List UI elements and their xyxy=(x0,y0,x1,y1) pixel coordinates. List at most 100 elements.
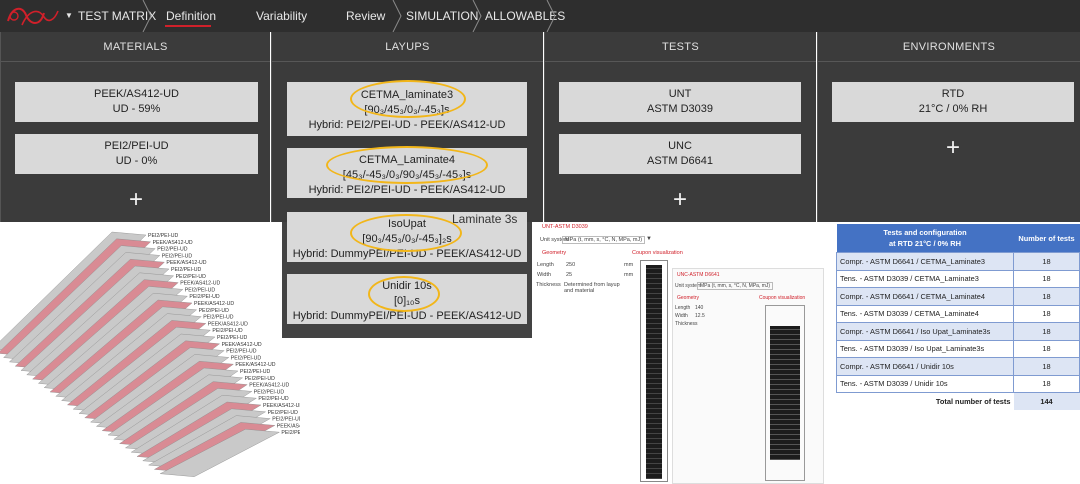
materials-header: MATERIALS xyxy=(1,32,270,62)
test-card-unc[interactable]: UNC ASTM D6641 xyxy=(559,134,801,174)
layups-header: LAYUPS xyxy=(272,32,543,62)
layup-stacking-sequence: [90₃/45₃/0₃/-45₃]₂s xyxy=(362,233,452,245)
header-environment: at RTD 21°C / 0% RH xyxy=(889,239,961,248)
ply-label: PEI2/PEI-UD xyxy=(148,233,179,239)
ply-label: PEI2/PEI-UD xyxy=(212,328,243,334)
unit-system-select[interactable]: MPa (t, mm, s, °C, N, MPa, mJ) xyxy=(562,236,646,244)
layup-card-cetma-laminate3[interactable]: CETMA_laminate3 [90₃/45₃/0₃/-45₃]s Hybri… xyxy=(287,82,527,136)
inner-coupon-title: UNC-ASTM D6641 xyxy=(677,272,720,278)
ply-label: PEEK/AS412-UD xyxy=(194,301,234,307)
inner-unit-system-select[interactable]: MPa (t, mm, s, °C, N, MPa, mJ) xyxy=(697,282,774,290)
layup-name: Unidir 10s xyxy=(382,280,432,292)
header-tests-config: Tests and configuration xyxy=(883,228,967,237)
inner-length-label: Length xyxy=(675,305,691,311)
table-body: Compr. - ASTM D6641 / CETMA_Laminate3 18 T… xyxy=(836,252,1080,410)
ply-label: PEEK/AS412-UD xyxy=(263,403,300,409)
test-configuration-cell: Tens. - ASTM D3039 / CETMA_Laminate4 xyxy=(836,304,1014,323)
tab-variability[interactable]: Variability xyxy=(256,0,307,32)
ply-label: PEI2/PEI-UD xyxy=(231,355,262,361)
tests-column: TESTS UNT ASTM D3039 UNC ASTM D6641 + xyxy=(544,32,816,222)
material-card-pei2[interactable]: PEI2/PEI-UD UD - 0% xyxy=(15,134,258,174)
ply-label: PEI2/PEI-UD xyxy=(171,267,202,273)
ply-label: PEI2/PEI-UD xyxy=(268,410,299,416)
ply-label: PEI2/PEI-UD xyxy=(162,253,193,259)
inner-width-value[interactable]: 12.5 xyxy=(695,313,705,319)
add-environment-button[interactable]: + xyxy=(938,136,968,160)
laminate-annotation: Laminate 3s xyxy=(452,212,518,226)
length-label: Length xyxy=(537,262,554,268)
add-test-button[interactable]: + xyxy=(665,188,695,212)
material-fraction: UD - 59% xyxy=(112,103,161,115)
ply-label: PEEK/AS412-UD xyxy=(208,321,248,327)
test-count-cell: 18 xyxy=(1013,322,1080,341)
width-label: Width xyxy=(537,272,552,278)
total-value: 144 xyxy=(1013,392,1080,410)
layup-stacking-sequence: [90₃/45₃/0₃/-45₃]s xyxy=(364,104,450,116)
thickness-value: Determined from layup and material xyxy=(564,282,620,294)
environment-condition: 21°C / 0% RH xyxy=(918,103,988,115)
ply-label: PEEK/AS412-UD xyxy=(249,383,289,389)
material-card-peek[interactable]: PEEK/AS412-UD UD - 59% xyxy=(15,82,258,122)
chevron-down-icon[interactable]: ▼ xyxy=(646,236,652,242)
test-matrix-summary-table: Tests and configuration at RTD 21°C / 0%… xyxy=(836,224,1080,410)
test-count-cell: 18 xyxy=(1013,252,1080,271)
ply-label: PEI2/PEI-UD xyxy=(185,287,216,293)
environment-name: RTD xyxy=(941,88,965,100)
test-count-cell: 18 xyxy=(1013,339,1080,358)
test-configuration-cell: Compr. - ASTM D6641 / Iso Upat_Laminate3… xyxy=(836,322,1014,341)
coupon-frame xyxy=(640,260,668,482)
tests-header: TESTS xyxy=(545,32,816,62)
table-row: Compr. - ASTM D6641 / Iso Upat_Laminate3… xyxy=(836,322,1080,341)
ply-label: PEI2/PEI-UD xyxy=(199,308,230,314)
layup-hybrid-materials: Hybrid: DummyPEI/PEI-UD - PEEK/AS412-UD xyxy=(292,310,522,322)
add-material-button[interactable]: + xyxy=(121,188,151,212)
inner-length-value[interactable]: 140 xyxy=(695,305,703,311)
coupon-mesh xyxy=(646,265,662,479)
layup-stacking-sequence: [0]₁₀s xyxy=(393,295,420,307)
layup-hybrid-materials: Hybrid: PEI2/PEI-UD - PEEK/AS412-UD xyxy=(308,184,506,196)
test-configuration-cell: Tens. - ASTM D3039 / Iso Upat_Laminate3s xyxy=(836,339,1014,358)
inner-coupon-dialog: UNC-ASTM D6641 Unit system MPa (t, mm, s… xyxy=(672,268,824,484)
width-value[interactable]: 25 xyxy=(566,272,572,278)
coupon-visualization-label: Coupon visualization xyxy=(632,250,683,256)
table-row: Compr. - ASTM D6641 / CETMA_Laminate4 18 xyxy=(836,287,1080,306)
width-unit: mm xyxy=(624,272,634,278)
coupon-definition-panel: UNT-ASTM D3039 Unit system MPa (t, mm, s… xyxy=(532,222,832,484)
ply-label: PEEK/AS412-UD xyxy=(180,281,220,287)
test-name: UNT xyxy=(668,88,692,100)
materials-column: MATERIALS PEEK/AS412-UD UD - 59% PEI2/PE… xyxy=(0,32,270,222)
layup-card-cetma-laminate4[interactable]: CETMA_Laminate4 [45₃/-45₃/0₃/90₃/45₃/-45… xyxy=(287,148,527,198)
ply-label: PEEK/AS412-UD xyxy=(277,423,300,429)
ply-label: PEI2/PEI-UD xyxy=(240,369,271,375)
test-configuration-cell: Tens. - ASTM D3039 / Unidir 10s xyxy=(836,374,1014,393)
ply-label: PEI2/PEI-UD xyxy=(203,315,234,321)
inner-coupon-visualization-label: Coupon visualization xyxy=(759,295,806,301)
tab-definition[interactable]: Definition xyxy=(166,0,216,32)
table-header-row: Tests and configuration at RTD 21°C / 0%… xyxy=(836,224,1080,253)
table-header-count: Number of tests xyxy=(1013,224,1080,253)
test-standard: ASTM D3039 xyxy=(646,103,714,115)
test-card-unt[interactable]: UNT ASTM D3039 xyxy=(559,82,801,122)
nav-simulation[interactable]: SIMULATION xyxy=(406,0,478,32)
ply-label: PEEK/AS412-UD xyxy=(153,240,193,246)
coupon-panel-title: UNT-ASTM D3039 xyxy=(542,224,588,230)
table-row: Tens. - ASTM D3039 / Iso Upat_Laminate3s… xyxy=(836,339,1080,358)
layup-hybrid-materials: Hybrid: DummyPEI/PEI-UD - PEEK/AS412-UD xyxy=(292,248,522,260)
ply-label: PEEK/AS412-UD xyxy=(222,342,262,348)
material-fraction: UD - 0% xyxy=(115,155,158,167)
test-name: UNC xyxy=(668,140,692,152)
nav-separator-icon xyxy=(142,0,152,32)
ply-label: PEEK/AS412-UD xyxy=(235,362,275,368)
material-name: PEI2/PEI-UD xyxy=(104,140,169,152)
ply-label: PEI2/PEI-UD xyxy=(226,349,257,355)
table-row: Tens. - ASTM D3039 / Unidir 10s 18 xyxy=(836,374,1080,393)
layup-name: CETMA_Laminate4 xyxy=(359,154,455,166)
layup-card-unidir-10s[interactable]: Unidir 10s [0]₁₀s Hybrid: DummyPEI/PEI-U… xyxy=(287,274,527,324)
geometry-label: Geometry xyxy=(542,250,567,256)
nav-caret-icon[interactable]: ▼ xyxy=(65,0,73,32)
environment-card-rtd[interactable]: RTD 21°C / 0% RH xyxy=(832,82,1074,122)
tab-review[interactable]: Review xyxy=(346,0,385,32)
test-count-cell: 18 xyxy=(1013,374,1080,393)
inner-thickness-label: Thickness xyxy=(675,321,698,327)
length-value[interactable]: 250 xyxy=(566,262,575,268)
